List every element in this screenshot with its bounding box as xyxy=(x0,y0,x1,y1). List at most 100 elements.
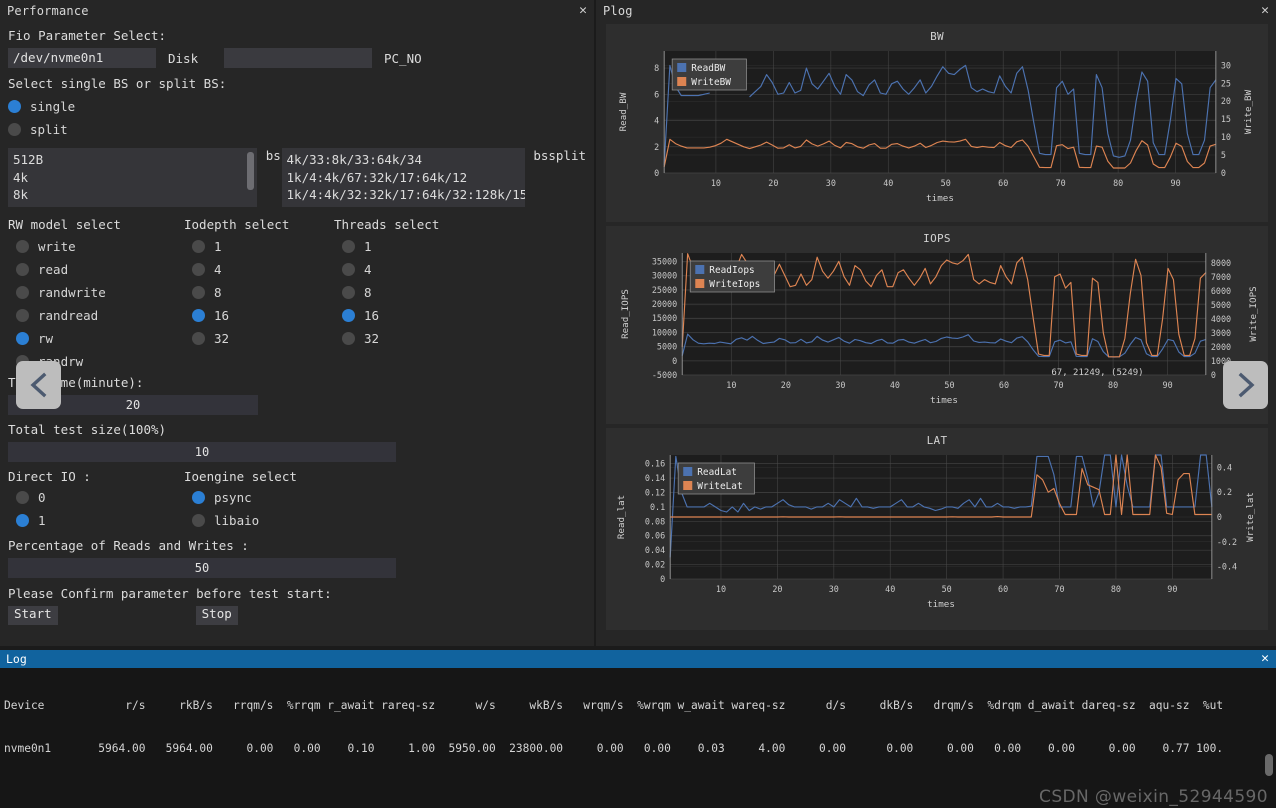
radio-dot-icon xyxy=(192,309,205,322)
svg-text:Write_BW: Write_BW xyxy=(1243,89,1254,134)
radio-threads-32[interactable]: 32 xyxy=(342,327,379,350)
radio-ioengine-psync[interactable]: psync xyxy=(192,486,252,509)
svg-text:70: 70 xyxy=(1056,178,1066,188)
close-icon[interactable]: ✕ xyxy=(1254,1,1276,21)
svg-text:80: 80 xyxy=(1111,584,1121,594)
list-item[interactable]: 1k/4:4k/32:32k/17:64k/32:128k/15 xyxy=(287,186,526,204)
radio-label: single xyxy=(30,99,76,114)
radio-iodepth-16[interactable]: 16 xyxy=(192,304,229,327)
radio-bs-single[interactable]: single xyxy=(8,95,75,118)
pcno-input[interactable] xyxy=(224,48,372,68)
svg-text:0: 0 xyxy=(654,168,659,178)
radio-dot-icon xyxy=(192,514,205,527)
radio-label: randwrite xyxy=(38,285,106,300)
svg-text:50: 50 xyxy=(942,584,952,594)
chevron-right-icon[interactable] xyxy=(1223,361,1268,409)
radio-iodepth-8[interactable]: 8 xyxy=(192,281,222,304)
list-item[interactable]: 8k xyxy=(13,186,252,204)
chart-iops-plot: 10 20 30 40 50 60 70 80 90 -5000 0 5000 10000 15000 20… xyxy=(606,245,1268,415)
radio-rw-write[interactable]: write xyxy=(16,235,76,258)
pct-slider[interactable]: 50 xyxy=(8,558,396,578)
threads-label: Threads select xyxy=(334,217,440,232)
radio-label: 0 xyxy=(38,490,46,505)
testtime-label: Test time(minute): xyxy=(8,375,144,390)
radio-ioengine-libaio[interactable]: libaio xyxy=(192,509,259,532)
chart-lat-plot: 10 20 30 40 50 60 70 80 90 0 0.02 0.04 0.06 0.08 0.1 0.… xyxy=(606,447,1268,623)
performance-title: Performance xyxy=(7,4,89,18)
totalsize-label: Total test size(100%) xyxy=(8,422,167,437)
radio-directio-0[interactable]: 0 xyxy=(16,486,46,509)
stop-button[interactable]: Stop xyxy=(195,606,238,625)
svg-text:-0.4: -0.4 xyxy=(1217,562,1237,572)
chart-lat-title: LAT xyxy=(926,434,948,447)
plog-window: Plog ✕ BW 10 20 30 40 50 60 70 80 90 0 2 4 6 8 0 5 10 15 2… xyxy=(596,0,1276,646)
svg-text:7000: 7000 xyxy=(1211,272,1231,282)
radio-dot-icon xyxy=(192,491,205,504)
radio-iodepth-1[interactable]: 1 xyxy=(192,235,222,258)
bssplit-listbox[interactable]: 4k/33:8k/33:64k/34 1k/4:4k/67:32k/17:64k… xyxy=(281,148,526,207)
svg-text:10: 10 xyxy=(726,380,736,390)
radio-threads-16[interactable]: 16 xyxy=(342,304,379,327)
radio-label: rw xyxy=(38,331,54,346)
radio-rw-rw[interactable]: rw xyxy=(16,327,53,350)
close-icon[interactable]: ✕ xyxy=(572,1,594,21)
list-item[interactable]: 512B xyxy=(13,151,252,169)
performance-window: Performance ✕ Fio Parameter Select: /dev… xyxy=(0,0,594,646)
log-output[interactable]: Device r/s rkB/s rrqm/s %rrqm r_await ra… xyxy=(0,668,1276,808)
radio-threads-8[interactable]: 8 xyxy=(342,281,372,304)
list-item[interactable]: 16k xyxy=(13,204,252,208)
chart-lat: LAT 10 20 30 40 50 60 70 80 90 0 0.02 0.04 0.06 0.08 0… xyxy=(606,428,1268,630)
radio-iodepth-4[interactable]: 4 xyxy=(192,258,222,281)
app-root: Performance ✕ Fio Parameter Select: /dev… xyxy=(0,0,1276,808)
radio-dot-icon xyxy=(16,263,29,276)
svg-text:67, 21249, (5249): 67, 21249, (5249) xyxy=(1051,368,1143,378)
svg-text:Read_BW: Read_BW xyxy=(618,92,629,131)
radio-dot-icon xyxy=(192,263,205,276)
list-item[interactable]: 4k/33:8k/33:64k/34 xyxy=(287,151,521,169)
list-item[interactable]: 1k/4:4k/67:32k/17:64k/12 xyxy=(287,169,521,187)
radio-label: 32 xyxy=(364,331,380,346)
radio-label: 32 xyxy=(214,331,230,346)
radio-dot-icon xyxy=(192,332,205,345)
radio-dot-icon xyxy=(192,286,205,299)
svg-text:0.06: 0.06 xyxy=(645,531,665,541)
radio-dot-icon xyxy=(8,100,21,113)
bs-listbox-scrollbar[interactable] xyxy=(246,152,254,190)
svg-text:20: 20 xyxy=(768,178,778,188)
radio-rw-read[interactable]: read xyxy=(16,258,68,281)
radio-rw-randwrite[interactable]: randwrite xyxy=(16,281,106,304)
list-item[interactable]: 4k xyxy=(13,169,252,187)
start-button[interactable]: Start xyxy=(8,606,58,625)
disk-input[interactable]: /dev/nvme0n1 xyxy=(8,48,156,68)
charts-container: BW 10 20 30 40 50 60 70 80 90 0 2 4 6 8 0 5 10 15 20 25 30 ti… xyxy=(596,22,1276,630)
radio-directio-1[interactable]: 1 xyxy=(16,509,46,532)
svg-text:0.4: 0.4 xyxy=(1217,462,1232,472)
close-icon[interactable]: ✕ xyxy=(1254,650,1276,668)
rw-model-label: RW model select xyxy=(8,217,121,232)
radio-label: 4 xyxy=(364,262,372,277)
svg-text:4: 4 xyxy=(654,116,659,126)
radio-dot-icon xyxy=(342,286,355,299)
radio-threads-1[interactable]: 1 xyxy=(342,235,372,258)
svg-text:80: 80 xyxy=(1108,380,1118,390)
svg-text:5000: 5000 xyxy=(657,342,677,352)
radio-label: read xyxy=(38,262,69,277)
radio-threads-4[interactable]: 4 xyxy=(342,258,372,281)
log-scrollbar[interactable] xyxy=(1265,754,1273,776)
svg-text:ReadBW: ReadBW xyxy=(691,63,725,74)
svg-text:3000: 3000 xyxy=(1211,328,1231,338)
chevron-left-icon[interactable] xyxy=(16,361,61,409)
radio-rw-randread[interactable]: randread xyxy=(16,304,98,327)
svg-text:40: 40 xyxy=(890,380,900,390)
bs-listbox[interactable]: 512B 4k 8k 16k xyxy=(8,148,257,207)
radio-dot-icon xyxy=(16,491,29,504)
chart-bw-title: BW xyxy=(930,30,944,43)
plog-title: Plog xyxy=(603,4,633,18)
svg-text:20: 20 xyxy=(781,380,791,390)
radio-iodepth-32[interactable]: 32 xyxy=(192,327,229,350)
radio-label: 16 xyxy=(214,308,230,323)
radio-bs-split[interactable]: split xyxy=(8,118,68,141)
disk-label: Disk xyxy=(168,50,199,66)
totalsize-slider[interactable]: 10 xyxy=(8,442,396,462)
